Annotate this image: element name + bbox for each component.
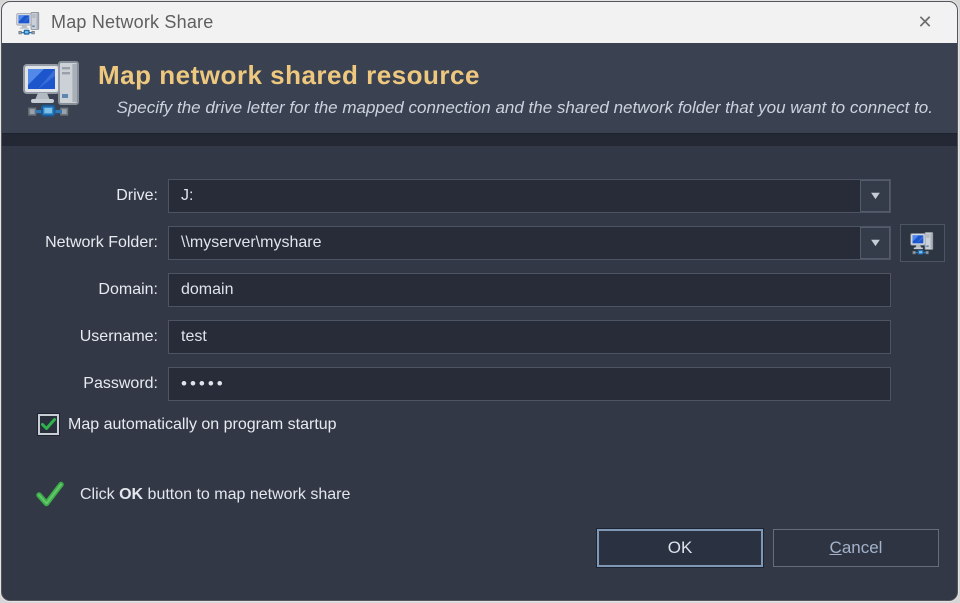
domain-field: [168, 273, 891, 307]
password-field: [168, 367, 891, 401]
username-field: [168, 320, 891, 354]
dialog-body: Drive: ▼ Network Folder: ▼ Doma: [2, 146, 957, 600]
window-title: Map Network Share: [51, 12, 213, 33]
drive-label: Drive:: [8, 187, 158, 205]
password-row: Password:: [2, 367, 957, 401]
domain-label: Domain:: [8, 281, 158, 299]
checkmark-icon: [41, 418, 56, 431]
password-input[interactable]: [168, 367, 891, 401]
map-network-share-dialog: Map Network Share ✕ Map network shared r…: [1, 1, 958, 601]
password-label: Password:: [8, 375, 158, 393]
ok-button[interactable]: OK: [597, 529, 763, 567]
drive-input[interactable]: [168, 179, 891, 213]
pc-network-icon: [910, 230, 936, 256]
cancel-button-label: Cancel: [830, 538, 883, 558]
drive-row: Drive: ▼: [2, 179, 957, 213]
autostart-row: Map automatically on program startup: [38, 414, 957, 435]
close-button[interactable]: ✕: [903, 7, 947, 39]
browse-network-button[interactable]: [900, 224, 945, 262]
username-label: Username:: [8, 328, 158, 346]
domain-input[interactable]: [168, 273, 891, 307]
chevron-down-icon: ▼: [868, 238, 883, 249]
chevron-down-icon: ▼: [868, 191, 883, 202]
autostart-label: Map automatically on program startup: [68, 416, 337, 434]
network-folder-label: Network Folder:: [8, 234, 158, 252]
app-icon: [16, 10, 42, 36]
button-row: OK Cancel: [597, 529, 939, 567]
banner-subtitle: Specify the drive letter for the mapped …: [98, 98, 933, 118]
banner-title: Map network shared resource: [98, 60, 933, 91]
network-folder-combo: ▼: [168, 226, 891, 260]
cancel-button[interactable]: Cancel: [773, 529, 939, 567]
username-input[interactable]: [168, 320, 891, 354]
close-icon: ✕: [917, 12, 932, 33]
domain-row: Domain:: [2, 273, 957, 307]
network-folder-dropdown-button[interactable]: ▼: [860, 227, 890, 259]
network-folder-row: Network Folder: ▼: [2, 226, 957, 260]
drive-dropdown-button[interactable]: ▼: [860, 180, 890, 212]
header-banner: Map network shared resource Specify the …: [2, 43, 957, 133]
titlebar[interactable]: Map Network Share ✕: [2, 2, 957, 43]
banner-divider: [2, 133, 957, 146]
status-instruction: Click OK button to map network share: [36, 481, 957, 508]
banner-texts: Map network shared resource Specify the …: [98, 58, 933, 118]
drive-combo: ▼: [168, 179, 891, 213]
ok-button-label: OK: [668, 538, 693, 558]
username-row: Username:: [2, 320, 957, 354]
instruction-text: Click OK button to map network share: [80, 486, 350, 504]
check-icon: [36, 481, 64, 508]
pc-network-icon: [22, 56, 86, 120]
autostart-checkbox[interactable]: [38, 414, 59, 435]
network-folder-input[interactable]: [168, 226, 891, 260]
